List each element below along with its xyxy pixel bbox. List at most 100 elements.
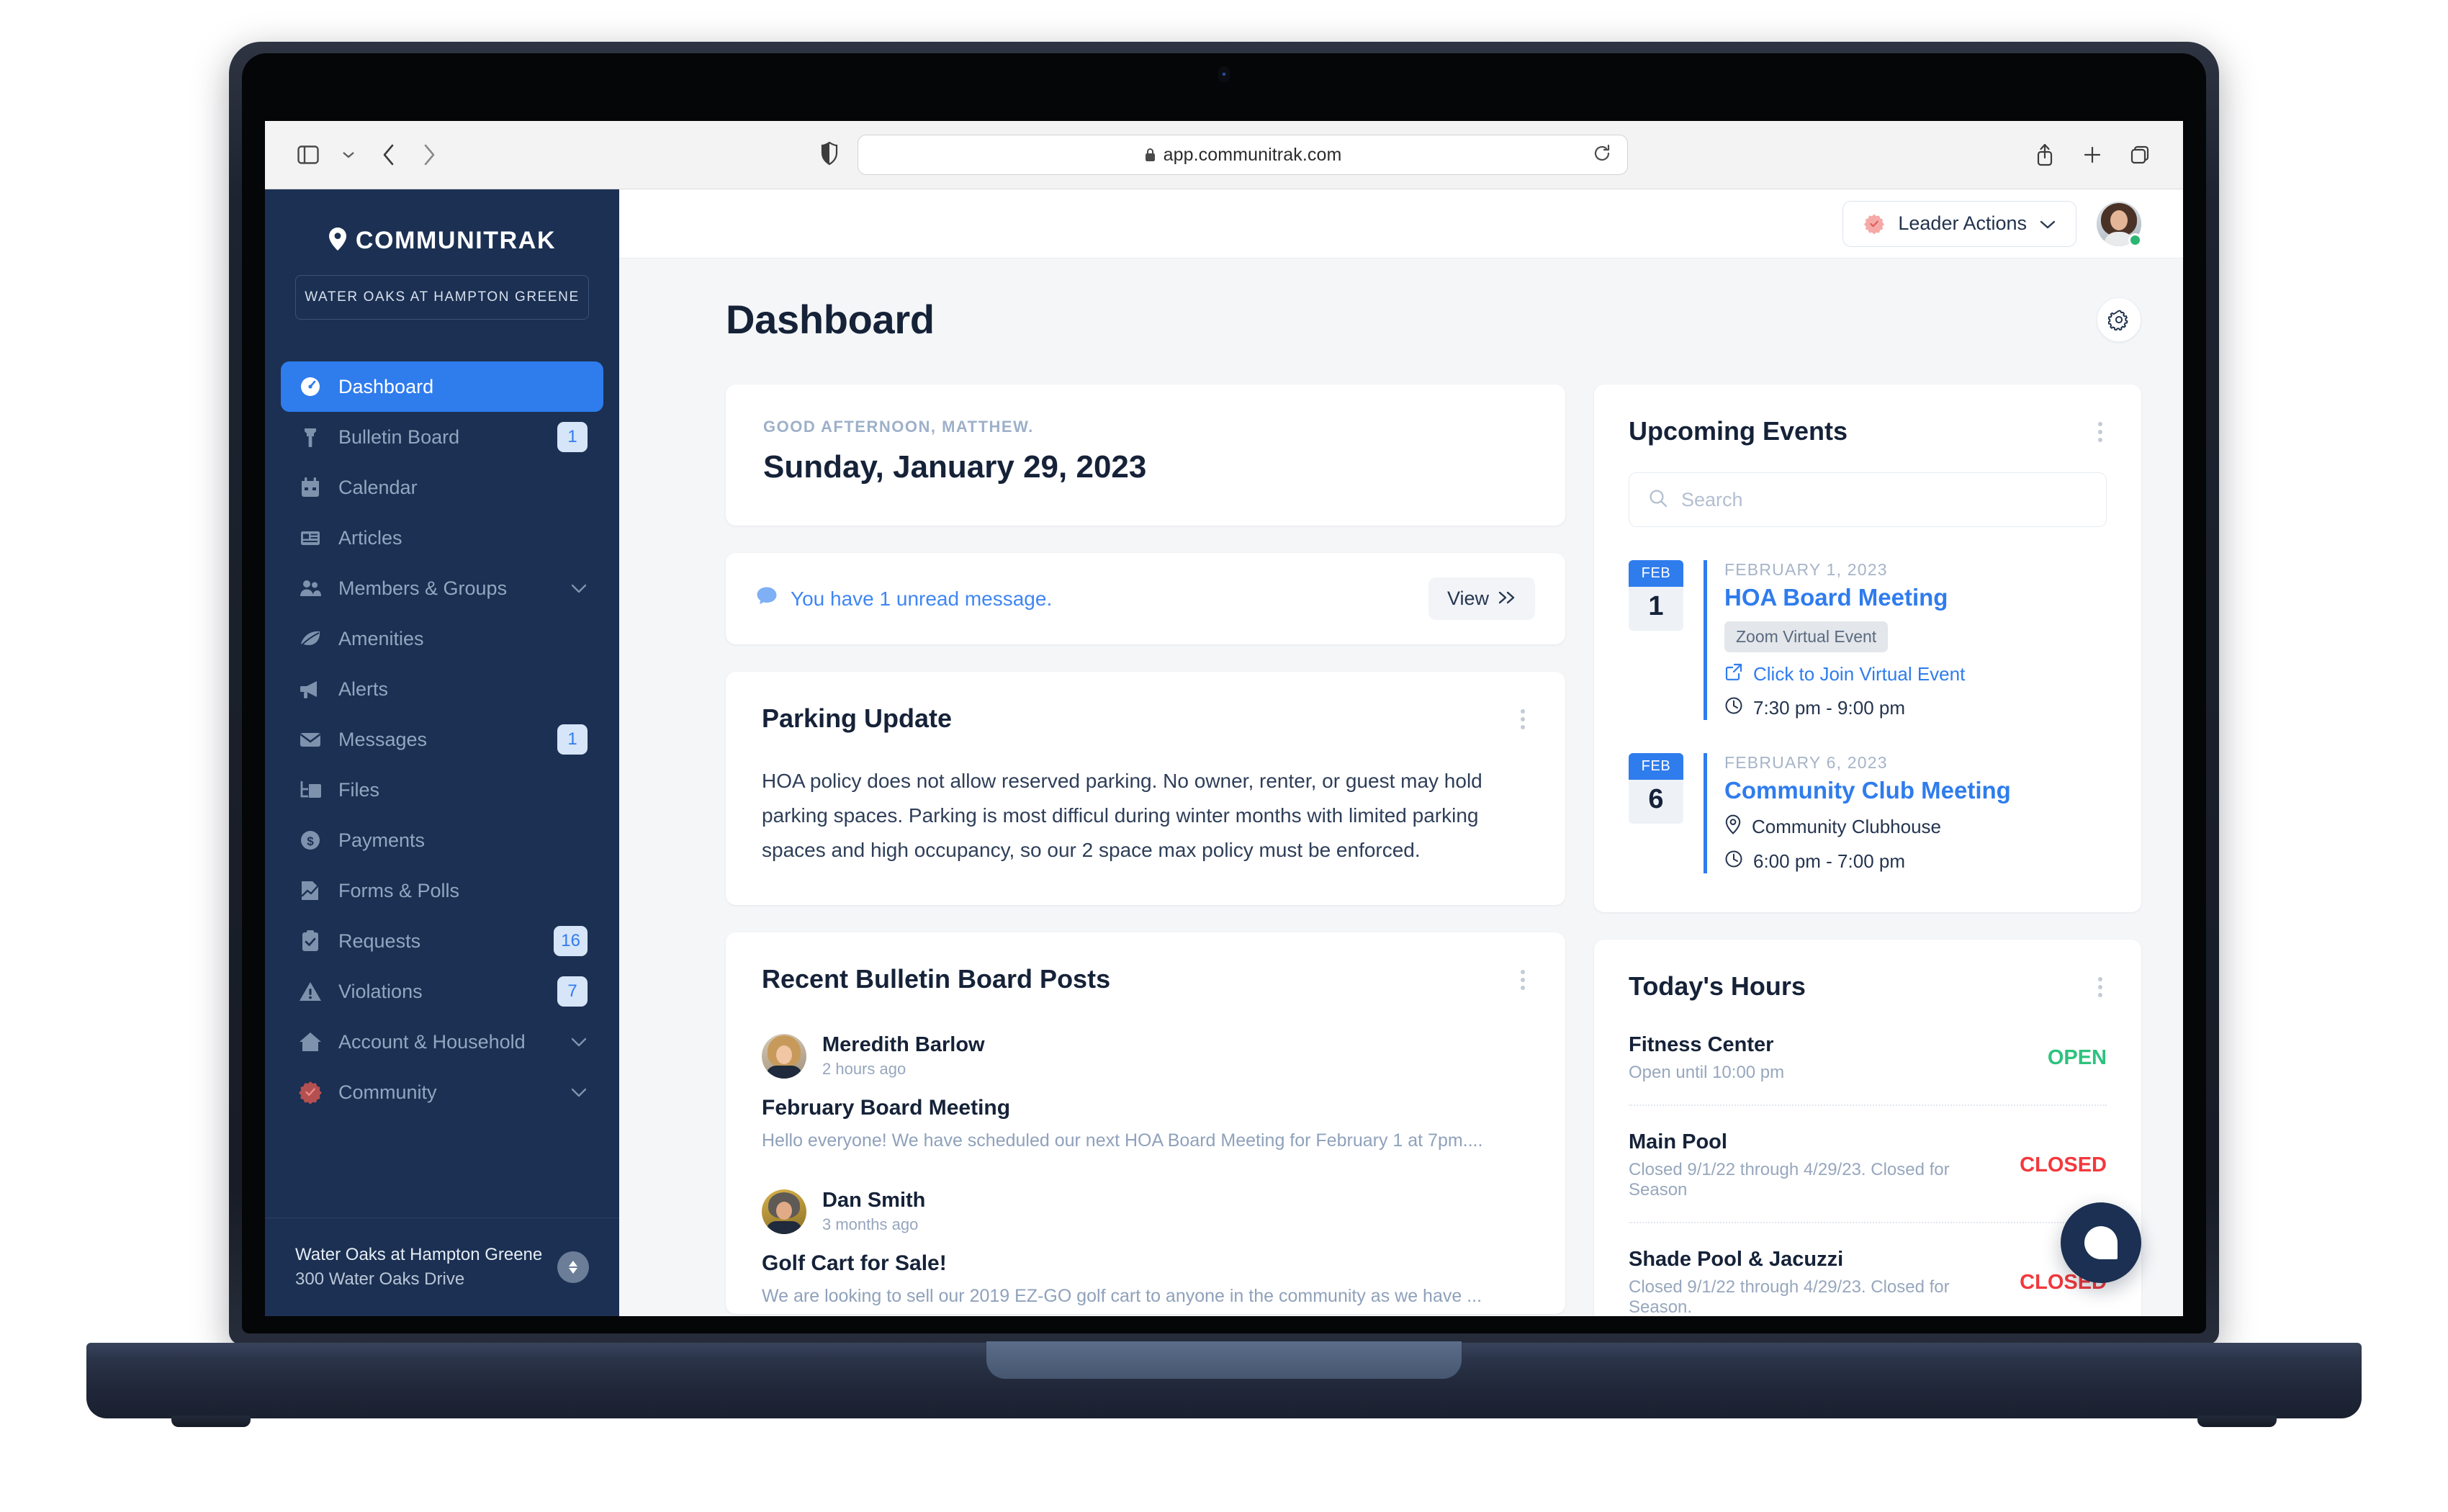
sidebar-item-files[interactable]: Files — [281, 765, 603, 815]
event-time-label: 7:30 pm - 9:00 pm — [1753, 697, 1905, 719]
hours-card-menu-icon[interactable] — [2094, 971, 2107, 1003]
chevron-down-icon[interactable] — [570, 1037, 588, 1048]
rosette-icon — [297, 1080, 324, 1104]
forward-icon[interactable] — [410, 136, 448, 174]
warning-icon — [297, 979, 324, 1004]
event-location-label: Community Clubhouse — [1752, 816, 1942, 837]
dollar-icon: $ — [297, 828, 324, 852]
gear-icon[interactable] — [2097, 297, 2141, 342]
event-item[interactable]: FEB 1 FEBRUARY 1, 2023 HOA Board Meeting… — [1629, 560, 2107, 720]
chevron-down-icon[interactable] — [570, 583, 588, 594]
rosette-icon — [1863, 213, 1885, 235]
sidebar-chevron-down-icon[interactable] — [330, 136, 367, 174]
hours-row-text: Main Pool Closed 9/1/22 through 4/29/23.… — [1629, 1130, 2005, 1200]
share-icon[interactable] — [2026, 136, 2064, 174]
reload-icon[interactable] — [1593, 144, 1611, 166]
chevron-down-icon[interactable] — [570, 1087, 588, 1098]
sidebar-item-payments[interactable]: $ Payments — [281, 815, 603, 865]
bulletin-post-title[interactable]: February Board Meeting — [762, 1096, 1529, 1120]
sidebar-item-members-groups[interactable]: Members & Groups — [281, 563, 603, 613]
left-column: GOOD AFTERNOON, MATTHEW. Sunday, January… — [726, 384, 1565, 1315]
page-header: Dashboard — [619, 258, 2183, 343]
sidebar-item-alerts[interactable]: Alerts — [281, 664, 603, 714]
pin-icon — [297, 425, 324, 449]
external-link-icon — [1724, 662, 1743, 686]
search-icon — [1648, 488, 1668, 512]
sidebar-item-badge: 7 — [557, 976, 588, 1007]
events-search-box[interactable] — [1629, 472, 2107, 527]
bulletin-post[interactable]: Dan Smith 3 months ago Golf Cart for Sal… — [762, 1189, 1529, 1307]
sidebar-item-articles[interactable]: Articles — [281, 513, 603, 563]
sidebar-item-label: Requests — [338, 930, 421, 952]
sidebar-item-community[interactable]: Community — [281, 1067, 603, 1117]
sidebar-item-label: Amenities — [338, 627, 424, 649]
browser-viewport: app.communitrak.com COMMUNITRAK WATER OA… — [265, 121, 2183, 1316]
svg-text:$: $ — [307, 834, 314, 848]
event-location: Community Clubhouse — [1724, 814, 2107, 840]
chat-support-button[interactable] — [2061, 1202, 2141, 1283]
sidebar-item-label: Payments — [338, 829, 426, 851]
location-pin-icon — [328, 227, 347, 255]
folder-icon — [297, 778, 324, 802]
megaphone-icon — [297, 677, 324, 701]
event-details: FEBRUARY 1, 2023 HOA Board Meeting Zoom … — [1704, 560, 2107, 720]
bulletin-post-title[interactable]: Golf Cart for Sale! — [762, 1251, 1529, 1276]
switch-community-icon[interactable] — [557, 1251, 589, 1283]
community-selector[interactable]: WATER OAKS AT HAMPTON GREENE — [295, 275, 589, 320]
hours-list: Fitness Center Open until 10:00 pm OPEN … — [1629, 1003, 2107, 1316]
bulletin-post-time: 2 hours ago — [822, 1060, 906, 1079]
sidebar-item-account-household[interactable]: Account & Household — [281, 1017, 603, 1067]
back-icon[interactable] — [370, 136, 408, 174]
hours-row-text: Shade Pool & Jacuzzi Closed 9/1/22 throu… — [1629, 1248, 2005, 1316]
bulletin-post-author: Meredith Barlow — [822, 1033, 985, 1057]
sidebar-item-forms-polls[interactable]: Forms & Polls — [281, 865, 603, 916]
browser-nav-controls — [265, 136, 448, 174]
sidebar-item-label: Calendar — [338, 476, 418, 498]
parking-update-card: Parking Update HOA policy does not allow… — [726, 672, 1565, 906]
sidebar-item-messages[interactable]: Messages 1 — [281, 714, 603, 765]
leader-actions-button[interactable]: Leader Actions — [1842, 200, 2076, 247]
event-chip-month: FEB — [1629, 753, 1683, 780]
sidebar-footer[interactable]: Water Oaks at Hampton Greene 300 Water O… — [265, 1217, 619, 1316]
sidebar-toggle-icon[interactable] — [289, 136, 327, 174]
tab-overview-icon[interactable] — [2121, 136, 2159, 174]
privacy-shield-icon[interactable] — [820, 141, 839, 169]
parking-card-body: HOA policy does not allow reserved parki… — [762, 770, 1482, 862]
event-chip-day: 6 — [1648, 784, 1664, 814]
event-chip-day: 1 — [1648, 591, 1664, 621]
bulletin-card-menu-icon[interactable] — [1516, 964, 1529, 996]
greeting-kicker: GOOD AFTERNOON, MATTHEW. — [763, 418, 1034, 436]
sidebar-item-violations[interactable]: Violations 7 — [281, 966, 603, 1017]
bulletin-post[interactable]: Meredith Barlow 2 hours ago February Boa… — [762, 1033, 1529, 1151]
amenity-name: Fitness Center — [1629, 1033, 1774, 1056]
clipboard-icon — [297, 929, 324, 953]
view-messages-button[interactable]: View — [1428, 577, 1535, 620]
unread-message-label: You have 1 unread message. — [791, 587, 1053, 610]
address-bar[interactable]: app.communitrak.com — [858, 135, 1628, 175]
hours-row: Shade Pool & Jacuzzi Closed 9/1/22 throu… — [1629, 1223, 2107, 1316]
events-search-input[interactable] — [1681, 488, 2087, 511]
sidebar-item-dashboard[interactable]: Dashboard — [281, 361, 603, 412]
event-title[interactable]: HOA Board Meeting — [1724, 584, 2107, 611]
event-title[interactable]: Community Club Meeting — [1724, 777, 2107, 804]
parking-card-header: Parking Update — [762, 703, 1529, 735]
brand[interactable]: COMMUNITRAK — [265, 189, 619, 255]
parking-card-menu-icon[interactable] — [1516, 703, 1529, 735]
sidebar-item-bulletin-board[interactable]: Bulletin Board 1 — [281, 412, 603, 462]
chat-bubble-icon — [2084, 1226, 2118, 1259]
new-tab-icon[interactable] — [2074, 136, 2111, 174]
bulletin-post-time: 3 months ago — [822, 1215, 919, 1234]
event-join-link[interactable]: Click to Join Virtual Event — [1724, 662, 2107, 686]
sidebar-item-requests[interactable]: Requests 16 — [281, 916, 603, 966]
sidebar-item-calendar[interactable]: Calendar — [281, 462, 603, 513]
avatar — [762, 1189, 806, 1234]
double-chevron-right-icon — [1498, 588, 1516, 610]
avatar[interactable] — [2097, 201, 2142, 247]
unread-message-text-group[interactable]: You have 1 unread message. — [756, 586, 1052, 611]
sidebar-item-amenities[interactable]: Amenities — [281, 613, 603, 664]
sidebar-item-label: Members & Groups — [338, 577, 508, 599]
status-badge: CLOSED — [2020, 1153, 2107, 1176]
events-card-menu-icon[interactable] — [2094, 416, 2107, 448]
event-item[interactable]: FEB 6 FEBRUARY 6, 2023 Community Club Me… — [1629, 753, 2107, 873]
sidebar-item-label: Community — [338, 1081, 437, 1103]
